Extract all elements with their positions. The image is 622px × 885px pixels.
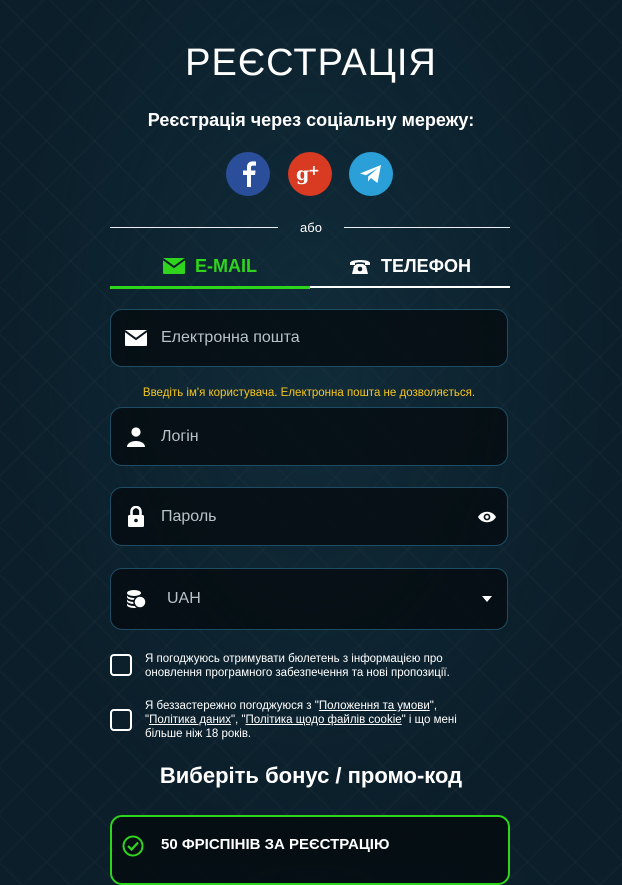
terms-link[interactable]: Положення та умови (319, 700, 430, 712)
data-policy-link[interactable]: Політика даних (149, 714, 231, 726)
lock-icon (111, 506, 161, 527)
password-field[interactable]: Пароль (110, 487, 508, 546)
cookie-policy-link[interactable]: Політика щодо файлів cookie (246, 714, 402, 726)
caret-down-icon (467, 596, 507, 602)
envelope-icon (111, 330, 161, 346)
password-placeholder: Пароль (161, 507, 217, 525)
facebook-button[interactable] (226, 152, 270, 196)
login-hint: Введіть ім'я користувача. Електронна пош… (142, 387, 476, 399)
tab-phone-label: ТЕЛЕФОН (381, 255, 471, 276)
tab-phone[interactable]: ТЕЛЕФОН (310, 246, 510, 286)
eye-icon[interactable] (467, 511, 507, 523)
bonus-title: Виберіть бонус / промо-код (159, 763, 463, 788)
tab-email-underline (110, 286, 310, 289)
tab-phone-underline (310, 286, 510, 288)
divider-text: або (300, 220, 322, 235)
page-title: РЕЄСТРАЦІЯ (185, 42, 437, 84)
bonus-option-label: 50 ФРІСПІНІВ ЗА РЕЄСТРАЦІЮ (161, 836, 390, 853)
terms-consent-text: Я беззастережно погоджуюся з "Положення … (145, 699, 485, 741)
divider-right (344, 227, 510, 228)
terms-prefix: Я беззастережно погоджуюся з " (145, 700, 319, 712)
currency-select[interactable]: UAH (110, 568, 508, 630)
terms-sep2: ", " (230, 714, 246, 726)
coins-icon (111, 588, 161, 610)
google-plus-icon: g + (296, 163, 320, 185)
phone-icon (349, 257, 371, 275)
login-placeholder: Логін (161, 427, 199, 445)
facebook-icon (243, 161, 256, 187)
google-plus-button[interactable]: g + (288, 152, 332, 196)
newsletter-consent-text: Я погоджуюсь отримувати бюлетень з інфор… (145, 653, 450, 679)
currency-value: UAH (167, 590, 201, 607)
email-field[interactable]: Електронна пошта (110, 309, 508, 367)
user-icon (111, 426, 161, 447)
svg-text:+: + (308, 163, 320, 179)
telegram-button[interactable] (349, 152, 393, 196)
envelope-icon (163, 258, 185, 274)
email-placeholder: Електронна пошта (161, 329, 300, 346)
social-heading: Реєстрація через соціальну мережу: (147, 110, 475, 130)
login-field[interactable]: Логін (110, 407, 508, 466)
telegram-icon (360, 165, 381, 183)
tab-email[interactable]: E-MAIL (110, 246, 310, 286)
newsletter-checkbox[interactable] (110, 654, 132, 676)
divider-left (110, 227, 278, 228)
check-circle-icon (122, 835, 144, 862)
terms-checkbox[interactable] (110, 709, 132, 731)
tab-email-label: E-MAIL (195, 255, 257, 276)
